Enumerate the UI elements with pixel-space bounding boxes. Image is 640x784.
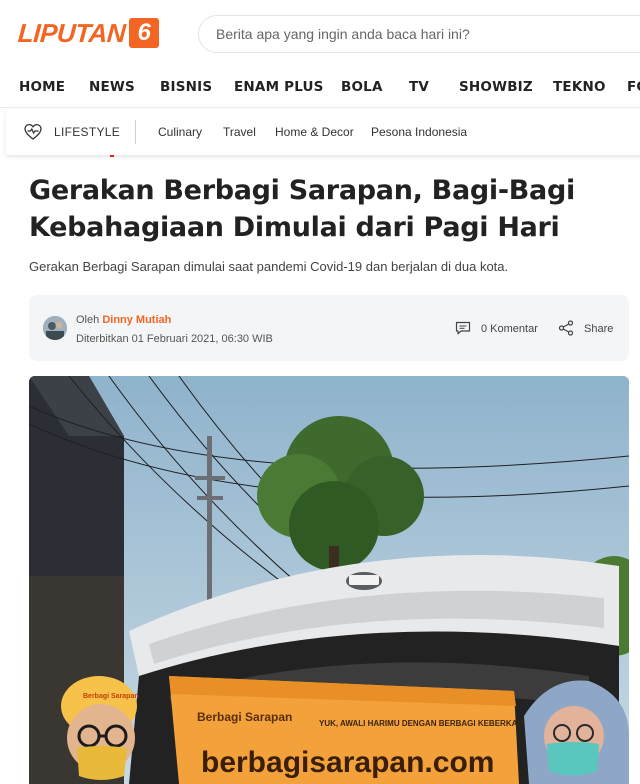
nav-item-bisnis[interactable]: BISNIS	[160, 79, 212, 95]
article-hero-photo[interactable]: Berbagi Sarapan YUK, AWALI HARIMU DENGAN…	[29, 376, 629, 784]
share-icon[interactable]	[558, 320, 574, 336]
main-nav: HOME NEWS BISNIS ENAM PLUS BOLA TV SHOWB…	[0, 68, 640, 108]
publish-date: Diterbitkan 01 Februari 2021, 06:30 WIB	[76, 333, 273, 345]
logo-wordmark: LIPUTAN	[16, 17, 127, 48]
byline-author-line: Oleh Dinny Mutiah	[76, 314, 171, 326]
site-header: LIPUTAN 6	[0, 0, 640, 68]
author-avatar[interactable]	[43, 316, 67, 340]
comment-icon[interactable]	[455, 321, 471, 335]
breadcrumb-remnant	[82, 152, 114, 157]
search-input[interactable]	[199, 16, 640, 52]
banner-url-text: berbagisarapan.com	[201, 746, 494, 779]
article-lede: Gerakan Berbagi Sarapan dimulai saat pan…	[29, 259, 509, 274]
byline-prefix: Oleh	[76, 314, 100, 326]
banner-slogan-text: YUK, AWALI HARIMU DENGAN BERBAGI KEBERKA…	[319, 719, 540, 728]
section-label[interactable]: LIFESTYLE	[54, 125, 120, 139]
site-logo[interactable]: LIPUTAN 6	[16, 17, 160, 49]
search-box[interactable]	[198, 15, 640, 53]
article-title: Gerakan Berbagi Sarapan, Bagi-Bagi Kebah…	[29, 175, 575, 243]
nav-item-enam-plus[interactable]: ENAM PLUS	[234, 79, 324, 95]
author-avatar-image	[43, 316, 67, 340]
subnav-item-home-decor[interactable]: Home & Decor	[275, 125, 354, 139]
nav-item-news[interactable]: NEWS	[89, 79, 135, 95]
subnav-item-pesona-indonesia[interactable]: Pesona Indonesia	[371, 125, 467, 139]
logo-badge: 6	[129, 18, 160, 48]
nav-item-tekno[interactable]: TEKNO	[553, 79, 606, 95]
hero-photo-illustration: Berbagi Sarapan YUK, AWALI HARIMU DENGAN…	[29, 376, 629, 784]
subnav-item-travel[interactable]: Travel	[223, 125, 256, 139]
nav-item-bola[interactable]: BOLA	[341, 79, 383, 95]
share-button[interactable]: Share	[584, 323, 613, 335]
section-subnav: LIFESTYLE Culinary Travel Home & Decor P…	[6, 109, 640, 155]
heart-pulse-icon	[24, 123, 42, 140]
subnav-item-culinary[interactable]: Culinary	[158, 125, 202, 139]
nav-item-fo[interactable]: FO	[627, 79, 640, 95]
nav-item-tv[interactable]: TV	[409, 79, 429, 95]
cap-logo-text: Berbagi Sarapan	[83, 693, 139, 700]
comment-count[interactable]: 0 Komentar	[481, 323, 538, 335]
nav-item-showbiz[interactable]: SHOWBIZ	[459, 79, 533, 95]
subnav-divider	[135, 120, 136, 144]
byline-box: Oleh Dinny Mutiah Diterbitkan 01 Februar…	[29, 295, 629, 361]
author-link[interactable]: Dinny Mutiah	[102, 314, 171, 326]
banner-brand-text: Berbagi Sarapan	[197, 710, 292, 724]
nav-item-home[interactable]: HOME	[19, 79, 65, 95]
